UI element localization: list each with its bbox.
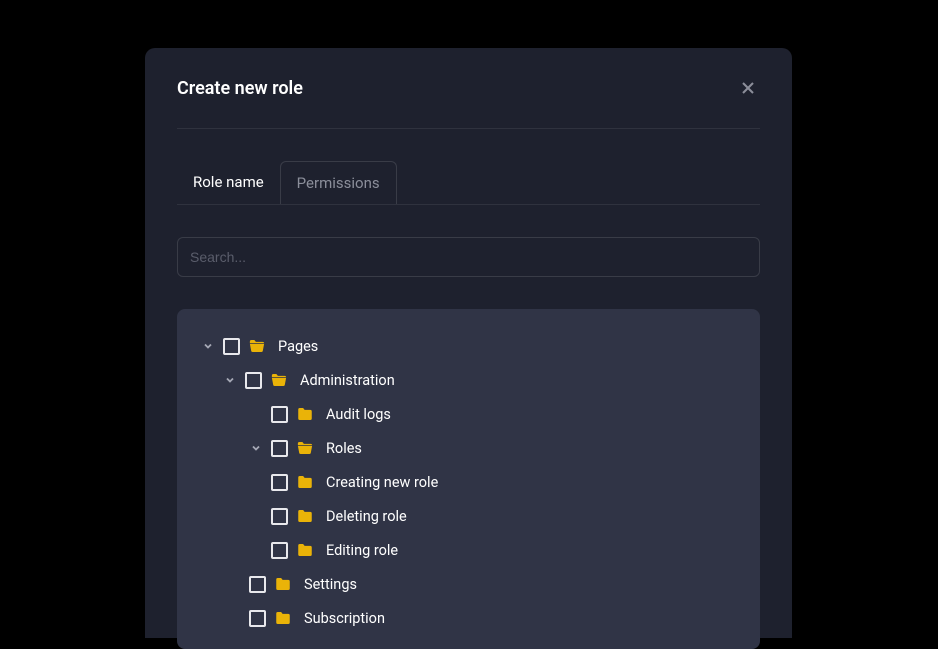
checkbox-administration[interactable] [245,372,262,389]
folder-open-icon [270,371,288,389]
folder-open-icon [296,439,314,457]
folder-open-icon [248,337,266,355]
permissions-tree: Pages Administration Audit logs [177,309,760,649]
create-role-modal: Create new role Role name Permissions Pa… [145,48,792,638]
tree-label: Deleting role [326,508,407,525]
tree-label: Administration [300,372,395,389]
tree-item-deleting-role: Deleting role [193,499,744,533]
checkbox-settings[interactable] [249,576,266,593]
modal-header: Create new role [177,76,760,129]
tree-item-editing-role: Editing role [193,533,744,567]
folder-icon [274,575,292,593]
tree-item-creating-new-role: Creating new role [193,465,744,499]
chevron-down-icon[interactable] [249,441,263,455]
close-button[interactable] [736,76,760,100]
modal-title: Create new role [177,78,303,99]
chevron-down-icon[interactable] [223,373,237,387]
tree-label: Audit logs [326,406,391,423]
checkbox-audit-logs[interactable] [271,406,288,423]
close-icon [740,80,756,96]
tree-label: Creating new role [326,474,438,491]
checkbox-deleting-role[interactable] [271,508,288,525]
tree-label: Subscription [304,610,385,627]
tree-item-pages: Pages [193,329,744,363]
checkbox-subscription[interactable] [249,610,266,627]
tree-label: Roles [326,440,362,457]
tree-label: Editing role [326,542,398,559]
chevron-down-icon[interactable] [201,339,215,353]
checkbox-roles[interactable] [271,440,288,457]
checkbox-creating-new-role[interactable] [271,474,288,491]
search-input[interactable] [177,237,760,277]
tree-label: Settings [304,576,357,593]
tab-role-name[interactable]: Role name [177,161,280,204]
search-container [177,237,760,277]
tree-item-administration: Administration [193,363,744,397]
tab-permissions[interactable]: Permissions [280,161,397,204]
folder-icon [296,473,314,491]
folder-icon [296,541,314,559]
folder-icon [296,405,314,423]
tree-label: Pages [278,338,318,355]
tree-item-settings: Settings [193,567,744,601]
tree-item-subscription: Subscription [193,601,744,635]
tabs-container: Role name Permissions [177,161,760,205]
checkbox-pages[interactable] [223,338,240,355]
folder-icon [274,609,292,627]
checkbox-editing-role[interactable] [271,542,288,559]
tree-item-audit-logs: Audit logs [193,397,744,431]
tree-item-roles: Roles [193,431,744,465]
folder-icon [296,507,314,525]
